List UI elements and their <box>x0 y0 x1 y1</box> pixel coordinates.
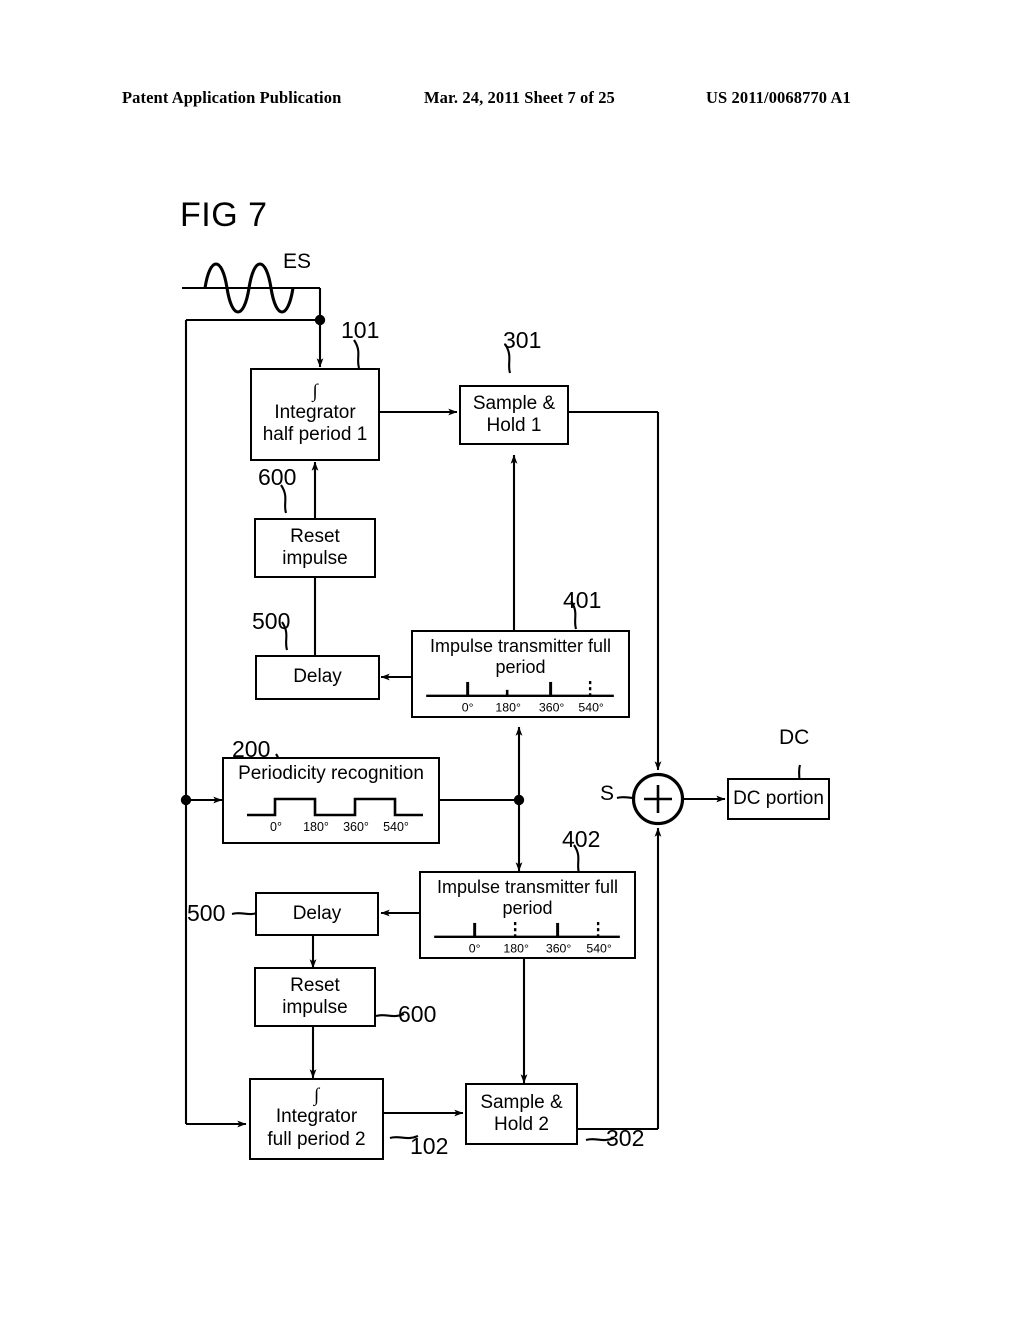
delay-bottom-label: Delay <box>292 902 342 924</box>
dc-portion-label: DC portion <box>733 787 824 809</box>
tick-0: 0° <box>469 942 481 956</box>
ref-500-top: 500 <box>252 608 291 634</box>
block-impulse-transmitter-full-period-top[interactable]: Impulse transmitter full period 0° 180° … <box>411 630 630 718</box>
block-delay-bottom[interactable]: Delay <box>255 892 379 936</box>
impulse-train-top-waveform: 0° 180° 360° 540° <box>426 681 614 715</box>
signal-label-es: ES <box>283 250 312 273</box>
tick-540: 540° <box>383 820 409 834</box>
impulse-train-bottom-waveform: 0° 180° 360° 540° <box>434 922 620 956</box>
sample-hold1-line1: Sample & <box>472 392 556 414</box>
tick-0: 0° <box>462 701 474 715</box>
ref-600-bottom: 600 <box>398 1001 437 1027</box>
sample-hold1-line2: Hold 1 <box>486 415 542 436</box>
block-dc-portion[interactable]: DC portion <box>727 778 830 820</box>
reset-impulse-top-line2: impulse <box>282 548 348 569</box>
integrator2-line1: Integrator <box>275 1106 358 1128</box>
block-reset-impulse-top[interactable]: Reset impulse <box>254 518 376 578</box>
tick-180: 180° <box>503 942 529 956</box>
impulse-tx-top-line1: Impulse transmitter full <box>429 636 612 656</box>
integral-symbol: ∫ <box>313 1085 320 1107</box>
summing-node <box>631 772 685 826</box>
block-reset-impulse-bottom[interactable]: Reset impulse <box>254 967 376 1027</box>
impulse-tx-bottom-line1: Impulse transmitter full <box>436 877 619 897</box>
ref-401: 401 <box>563 587 602 613</box>
ref-402: 402 <box>562 826 601 852</box>
reset-impulse-bottom-line1: Reset <box>290 974 340 996</box>
ref-500-bottom: 500 <box>187 900 226 926</box>
integral-symbol: ∫ <box>312 380 318 402</box>
signal-label-s: S <box>600 782 615 805</box>
block-impulse-transmitter-full-period-bottom[interactable]: Impulse transmitter full period 0° 180° … <box>419 871 636 959</box>
periodicity-label: Periodicity recognition <box>238 763 424 784</box>
patent-figure-page: Patent Application Publication Mar. 24, … <box>0 0 1024 1320</box>
signal-label-dc: DC <box>779 726 810 749</box>
tick-180: 180° <box>303 820 329 834</box>
reset-impulse-bottom-line2: impulse <box>282 997 348 1018</box>
ref-301: 301 <box>503 327 542 353</box>
junction-dot-periodicity-out <box>513 794 525 806</box>
junction-dot-left-trunk <box>180 794 192 806</box>
ref-200: 200 <box>232 736 271 762</box>
integrator2-line2: full period 2 <box>267 1128 366 1150</box>
reset-impulse-top-line1: Reset <box>290 525 340 547</box>
tick-540: 540° <box>586 942 612 956</box>
ref-600-top: 600 <box>258 464 297 490</box>
tick-540: 540° <box>578 701 604 715</box>
block-delay-top[interactable]: Delay <box>255 655 380 700</box>
sample-hold2-line1: Sample & <box>480 1091 563 1113</box>
tick-0: 0° <box>270 820 282 834</box>
integrator1-line2: half period 1 <box>262 424 368 446</box>
impulse-tx-bottom-line2: period <box>502 898 553 919</box>
periodicity-square-waveform: 0° 180° 360° 540° <box>247 798 423 834</box>
block-periodicity-recognition[interactable]: Periodicity recognition 0° 180° 360° 540… <box>222 757 440 844</box>
impulse-tx-top-line2: period <box>495 657 546 678</box>
junction-dot-es <box>314 314 326 326</box>
ref-102: 102 <box>410 1133 449 1159</box>
tick-360: 360° <box>343 820 369 834</box>
tick-360: 360° <box>539 701 565 715</box>
block-sample-hold-2[interactable]: Sample & Hold 2 <box>465 1083 578 1145</box>
sample-hold2-line2: Hold 2 <box>494 1114 549 1135</box>
tick-180: 180° <box>495 701 521 715</box>
block-integrator-half-period-1[interactable]: ∫ Integrator half period 1 <box>250 368 380 461</box>
ref-302: 302 <box>606 1125 645 1151</box>
integrator1-line1: Integrator <box>274 401 356 423</box>
ref-101: 101 <box>341 317 380 343</box>
delay-top-label: Delay <box>293 666 342 688</box>
block-integrator-full-period-2[interactable]: ∫ Integrator full period 2 <box>249 1078 384 1160</box>
block-sample-hold-1[interactable]: Sample & Hold 1 <box>459 385 569 445</box>
tick-360: 360° <box>546 942 572 956</box>
